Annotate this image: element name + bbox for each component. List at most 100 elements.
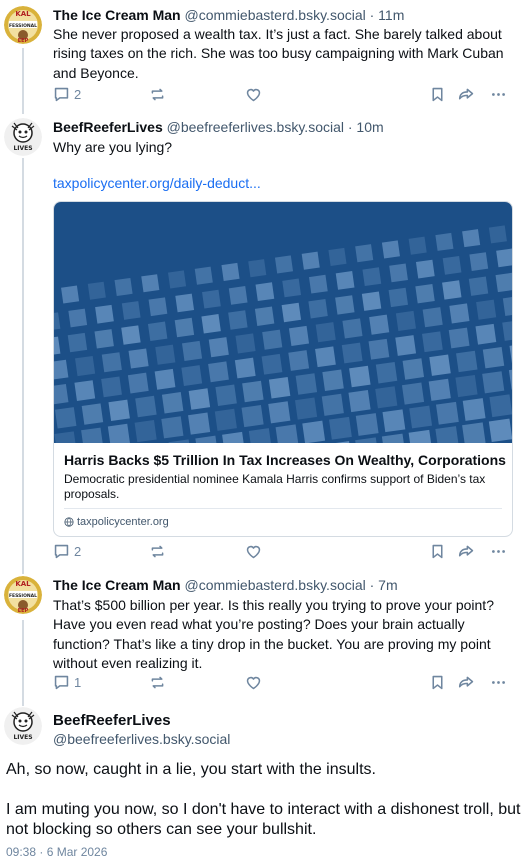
pattern-tile [382, 409, 406, 433]
repost-button[interactable] [149, 86, 166, 103]
divider [64, 508, 502, 509]
pattern-tile [395, 310, 416, 331]
pattern-tile [54, 383, 69, 405]
post-text: That’s $500 billion per year. Is this re… [53, 597, 494, 671]
share-button[interactable] [458, 543, 475, 560]
post-text: She never proposed a wealth tax. It’s ju… [53, 26, 504, 81]
author-name[interactable]: BeefReeferLives [53, 712, 171, 729]
post[interactable]: KAL FESSIONAL EEP The Ice Cream Man @com… [0, 0, 529, 112]
link-card-description: Democratic presidential nominee Kamala H… [64, 472, 486, 501]
post-time[interactable]: · 7m [370, 577, 398, 593]
reply-button[interactable]: 2 [53, 86, 81, 103]
pattern-tile [408, 236, 427, 255]
pattern-tile [455, 374, 478, 398]
pattern-tile [328, 441, 352, 443]
post[interactable]: LIVES BeefReeferLives @beefreeferlives.b… [0, 112, 529, 572]
pattern-tile [282, 278, 302, 298]
pattern-tile [429, 354, 451, 376]
pattern-tile [281, 302, 302, 323]
post-time[interactable]: · 11m [370, 7, 405, 23]
author-handle[interactable]: @beefreeferlives.bsky.social [167, 119, 344, 135]
author-name[interactable]: The Ice Cream Man [53, 577, 181, 593]
repost-icon [151, 676, 164, 689]
post-link[interactable]: taxpolicycenter.org/daily-deduct... [53, 174, 523, 193]
bookmark-button[interactable] [429, 543, 446, 560]
pattern-tile [148, 297, 168, 317]
pattern-tile [422, 331, 443, 353]
pattern-tile [255, 282, 275, 302]
pattern-tile [449, 303, 470, 324]
pattern-tile [235, 333, 256, 354]
svg-text:EEP: EEP [18, 608, 29, 614]
repost-button[interactable] [149, 674, 166, 691]
link-card-title: Harris Backs $5 Trillion In Tax Increase… [64, 452, 506, 468]
pattern-tile [468, 276, 489, 296]
author-handle[interactable]: @commiebasterd.bsky.social [185, 577, 366, 593]
pattern-tile [294, 397, 318, 420]
share-button[interactable] [458, 86, 475, 103]
pattern-tile [489, 394, 512, 418]
pattern-tile [355, 413, 379, 436]
pattern-tile [435, 426, 459, 443]
more-icon [492, 681, 505, 684]
pattern-tile [469, 252, 489, 271]
avatar[interactable]: LIVES [4, 707, 42, 745]
pattern-tile [195, 435, 219, 443]
like-button[interactable] [245, 86, 262, 103]
pattern-tile [348, 389, 371, 413]
pattern-tile [74, 380, 96, 401]
post-header: The Ice Cream Man @commiebasterd.bsky.so… [53, 6, 404, 24]
bookmark-icon [432, 87, 443, 102]
post-date: 09:38 · 6 Mar 2026 [6, 845, 108, 859]
more-button[interactable] [490, 674, 507, 691]
repost-icon [151, 545, 164, 558]
more-button[interactable] [490, 543, 507, 560]
pattern-tile [214, 408, 237, 431]
pattern-tile [375, 386, 398, 409]
reply-button[interactable]: 1 [53, 674, 81, 691]
avatar[interactable]: KAL FESSIONAL EEP [4, 6, 42, 44]
pattern-tile [234, 357, 256, 379]
pattern-tile [261, 353, 283, 375]
pattern-tile [321, 393, 344, 416]
bookmark-button[interactable] [429, 86, 446, 103]
more-button[interactable] [490, 86, 507, 103]
pattern-tile [135, 395, 157, 418]
pattern-tile [395, 335, 417, 356]
pattern-tile [462, 398, 486, 421]
author-name[interactable]: BeefReeferLives [53, 119, 163, 135]
reply-count: 1 [74, 675, 82, 690]
post-header: The Ice Cream Man @commiebasterd.bsky.so… [53, 576, 398, 594]
pattern-tile [341, 342, 363, 364]
pattern-tile [435, 401, 459, 425]
avatar[interactable]: KAL FESSIONAL EEP [4, 576, 42, 614]
like-button[interactable] [245, 543, 262, 560]
reply-button[interactable]: 2 [53, 543, 81, 560]
author-name[interactable]: The Ice Cream Man [53, 7, 181, 23]
pattern-tile [254, 306, 275, 326]
pattern-tile [248, 428, 272, 443]
avatar-image: KAL FESSIONAL EEP [4, 6, 42, 44]
author-handle[interactable]: @beefreeferlives.bsky.social [53, 731, 230, 747]
pattern-tile [121, 301, 141, 320]
link-card[interactable]: Harris Backs $5 Trillion In Tax Increase… [53, 201, 513, 537]
post[interactable]: KAL FESSIONAL EEP The Ice Cream Man @com… [0, 574, 529, 702]
avatar[interactable]: LIVES [4, 118, 42, 156]
bookmark-button[interactable] [429, 674, 446, 691]
like-button[interactable] [245, 674, 262, 691]
repost-button[interactable] [149, 543, 166, 560]
pattern-tile [108, 399, 130, 422]
pattern-tile [509, 343, 512, 365]
author-handle[interactable]: @commiebasterd.bsky.social [185, 7, 366, 23]
pattern-tile [301, 251, 320, 270]
svg-text:KAL: KAL [15, 580, 31, 588]
pattern-tile [121, 325, 141, 345]
share-button[interactable] [458, 674, 475, 691]
pattern-tile [275, 424, 299, 443]
pattern-tile [428, 378, 451, 401]
pattern-tile [95, 304, 114, 324]
pattern-tile [81, 403, 104, 425]
post-time[interactable]: · 10m [348, 119, 384, 135]
post-actions: 1 [53, 674, 513, 696]
pattern-tile [295, 373, 318, 395]
